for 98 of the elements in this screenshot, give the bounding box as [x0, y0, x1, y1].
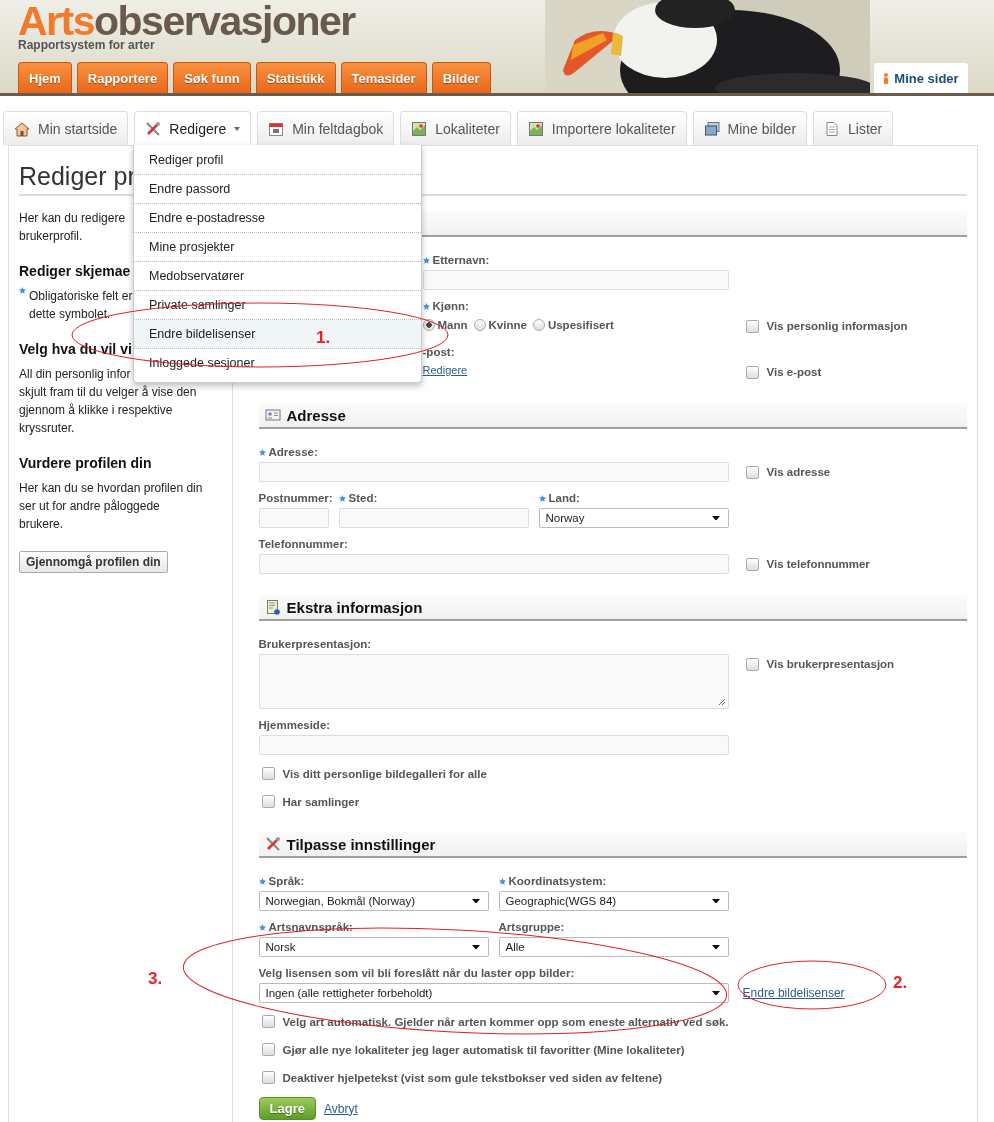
field-label: Kjønn:: [432, 300, 469, 312]
person-icon: [883, 72, 890, 84]
checkbox-label: Vis brukerpresentasjon: [766, 658, 895, 670]
checkbox[interactable]: [261, 1015, 275, 1028]
text-field[interactable]: [258, 554, 729, 574]
map-icon: [527, 120, 544, 137]
select-field[interactable]: Geographic(WGS 84): [498, 891, 729, 911]
checkbox[interactable]: [745, 657, 759, 671]
caret-icon: [711, 990, 720, 996]
text-field[interactable]: [422, 270, 729, 290]
field-label: Artsgruppe:: [498, 921, 565, 933]
section-header: Ekstra informasjon: [258, 595, 967, 621]
text-field[interactable]: [258, 462, 729, 482]
checkbox[interactable]: [745, 319, 759, 333]
sidebar-text: Her kan du redigere brukerprofil.: [19, 210, 126, 245]
sidebar-text: Her kan du se hvordan profilen din ser ut for andre påloggede brukere.: [19, 480, 203, 533]
select-field[interactable]: Alle: [498, 937, 729, 957]
field-label: Land:: [548, 492, 580, 504]
checkbox[interactable]: [261, 1043, 275, 1056]
caret-icon: [711, 515, 720, 521]
map-icon: [411, 120, 428, 137]
cancel-link[interactable]: Avbryt: [323, 1101, 358, 1116]
field-label: Velg lisensen som vil bli foreslått når du laster opp bilder:: [258, 967, 575, 979]
annotation-number: 1.: [316, 328, 331, 348]
radio-option[interactable]: Uspesifisert: [532, 319, 614, 331]
field-label: Telefonnummer:: [258, 538, 348, 550]
address-card-icon: [264, 407, 281, 423]
field-label: Brukerpresentasjon:: [258, 638, 371, 650]
checkbox-label: Vis ditt personlige bildegalleri for alle: [282, 767, 487, 780]
checkbox[interactable]: [261, 795, 275, 808]
field-label: Adresse:: [268, 446, 318, 458]
caret-icon: [471, 898, 480, 904]
field-label: Hjemmeside:: [258, 719, 331, 731]
resize-grip-icon: [717, 698, 725, 705]
annotation-number: 3.: [148, 969, 163, 989]
tab[interactable]: Lister: [813, 111, 894, 145]
link[interactable]: Endre bildelisenser: [742, 986, 845, 1000]
tab[interactable]: Redigere: [134, 111, 252, 146]
checkbox-label: Vis e-post: [766, 366, 822, 378]
radio-button[interactable]: [473, 319, 486, 331]
text-field[interactable]: [258, 508, 329, 528]
required-star-icon: [19, 287, 26, 294]
menu-item[interactable]: Endre e-postadresse: [134, 204, 421, 233]
annotation-number: 2.: [893, 973, 908, 993]
menu-item[interactable]: Medobservatører: [134, 262, 421, 291]
checkbox-label: Vis telefonnummer: [766, 558, 870, 570]
user-tab[interactable]: Mine sider: [874, 63, 968, 93]
edit-link[interactable]: Redigere: [422, 362, 468, 378]
sidebar-heading: Rediger skjemae: [19, 262, 131, 280]
calendar-icon: [268, 120, 285, 137]
house-icon: [14, 120, 30, 137]
menu-item[interactable]: Mine prosjekter: [134, 233, 421, 262]
field-label: Etternavn:: [432, 254, 490, 266]
menu-item[interactable]: Endre passord: [134, 175, 421, 204]
menu-item[interactable]: Rediger profil: [134, 146, 421, 175]
checkbox-label: Vis personlig informasjon: [766, 320, 908, 332]
page-title: Rediger pr: [19, 162, 136, 190]
checkbox[interactable]: [745, 557, 759, 571]
checkbox[interactable]: [745, 465, 759, 479]
caret-icon: [711, 944, 720, 950]
tab[interactable]: Min startside: [3, 111, 129, 145]
text-field[interactable]: [258, 735, 729, 755]
document-icon: [824, 120, 841, 137]
field-label: -post:: [422, 346, 455, 358]
checkbox-label: Gjør alle nye lokaliteter jeg lager automatisk til favoritter (Mine lokaliteter): [282, 1043, 685, 1056]
field-label: Postnummer:: [258, 492, 333, 504]
checkbox-label: Deaktiver hjelpetekst (vist som gule tekstbokser ved siden av feltene): [282, 1071, 663, 1084]
checkbox[interactable]: [261, 1071, 275, 1084]
select-field[interactable]: Norsk: [258, 937, 489, 957]
section-header: Adresse: [258, 403, 967, 429]
caret-icon: [711, 898, 720, 904]
section-header: Tilpasse innstillinger: [258, 832, 967, 858]
field-label: Språk:: [268, 875, 305, 887]
select-field[interactable]: Ingen (alle rettigheter forbeholdt): [258, 983, 729, 1003]
select-field[interactable]: Norway: [538, 508, 729, 528]
review-profile-button[interactable]: Gjennomgå profilen din: [19, 551, 168, 573]
radio-option[interactable]: Kvinne: [473, 319, 527, 331]
checkbox[interactable]: [261, 767, 275, 780]
tools-icon: [264, 836, 281, 852]
tab[interactable]: Lokaliteter: [400, 111, 511, 145]
text-field[interactable]: [338, 508, 529, 528]
checkbox[interactable]: [745, 365, 759, 379]
notebook-icon: [264, 599, 281, 615]
sidebar-heading: Vurdere profilen din: [19, 454, 152, 472]
checkbox-label: Har samlinger: [282, 795, 360, 808]
tools-icon: [145, 121, 162, 137]
field-label: Koordinatsystem:: [508, 875, 607, 887]
tab[interactable]: Min feltdagbok: [257, 111, 395, 145]
tab[interactable]: Mine bilder: [692, 111, 808, 145]
caret-icon: [471, 944, 480, 950]
pictures-icon: [703, 120, 720, 137]
text-area[interactable]: [258, 654, 729, 709]
checkbox-label: Vis adresse: [766, 466, 831, 478]
field-label: Sted:: [348, 492, 378, 504]
select-field[interactable]: Norwegian, Bokmål (Norway): [258, 891, 489, 911]
required-note: Obligatoriske felt er dette symbolet.: [29, 288, 133, 323]
radio-button[interactable]: [532, 319, 545, 331]
tab[interactable]: Importere lokaliteter: [516, 111, 687, 145]
